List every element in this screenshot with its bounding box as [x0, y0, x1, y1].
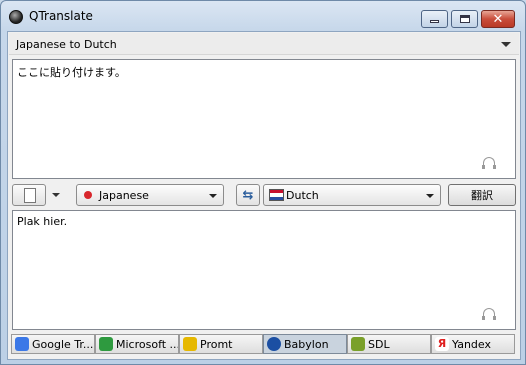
qtranslate-window: QTranslate ✕ Japanese to Dutch ここに貼り付けます…: [0, 0, 526, 365]
netherlands-flag-icon: [269, 189, 284, 201]
babylon-icon: [267, 337, 281, 351]
client-area: Japanese to Dutch ここに貼り付けます。 Japanese ⇆: [7, 31, 521, 360]
yandex-icon: Я: [435, 337, 449, 351]
chevron-down-icon: [209, 194, 217, 198]
engine-label: SDL: [368, 337, 390, 351]
engine-tabs: Google Tr... Microsoft ... Promt Babylon…: [11, 334, 517, 354]
target-language-label: Dutch: [286, 189, 319, 202]
microsoft-icon: [99, 337, 113, 351]
google-icon: [15, 337, 29, 351]
app-icon: [9, 10, 23, 24]
direction-selector[interactable]: Japanese to Dutch: [9, 33, 519, 55]
document-menu-dropdown[interactable]: [52, 193, 60, 197]
listen-result-icon[interactable]: [482, 308, 496, 320]
source-language-select[interactable]: Japanese: [76, 184, 224, 206]
new-document-button[interactable]: [12, 184, 46, 206]
swap-icon: ⇆: [242, 187, 254, 203]
engine-tab-yandex[interactable]: Я Yandex: [431, 334, 515, 354]
engine-label: Yandex: [452, 337, 491, 351]
source-text-area[interactable]: ここに貼り付けます。: [12, 59, 516, 179]
target-language-select[interactable]: Dutch: [263, 184, 441, 206]
japan-flag-icon: [84, 191, 92, 199]
listen-source-icon[interactable]: [482, 157, 496, 169]
engine-label: Babylon: [284, 337, 329, 351]
engine-label: Microsoft ...: [116, 337, 179, 351]
maximize-icon: [459, 15, 470, 23]
engine-tab-google[interactable]: Google Tr...: [11, 334, 95, 354]
engine-tab-microsoft[interactable]: Microsoft ...: [95, 334, 179, 354]
maximize-button[interactable]: [451, 10, 478, 28]
close-button[interactable]: ✕: [481, 10, 515, 28]
controls-row: Japanese ⇆ Dutch 翻訳: [12, 183, 516, 207]
chevron-down-icon[interactable]: [501, 42, 511, 47]
minimize-icon: [430, 20, 439, 23]
sdl-icon: [351, 337, 365, 351]
source-text[interactable]: ここに貼り付けます。: [17, 64, 126, 80]
close-icon: ✕: [492, 11, 504, 27]
swap-languages-button[interactable]: ⇆: [236, 184, 260, 206]
minimize-button[interactable]: [421, 10, 448, 28]
chevron-down-icon: [426, 194, 434, 198]
direction-label: Japanese to Dutch: [16, 38, 117, 51]
source-language-label: Japanese: [99, 189, 149, 202]
engine-label: Promt: [200, 337, 233, 351]
engine-tab-promt[interactable]: Promt: [179, 334, 263, 354]
translate-button[interactable]: 翻訳: [448, 184, 516, 206]
result-text[interactable]: Plak hier.: [17, 215, 67, 228]
result-text-area[interactable]: Plak hier.: [12, 210, 516, 330]
title-bar[interactable]: QTranslate ✕: [1, 1, 525, 31]
engine-tab-sdl[interactable]: SDL: [347, 334, 431, 354]
window-title: QTranslate: [29, 9, 93, 23]
engine-tab-babylon[interactable]: Babylon: [263, 334, 347, 354]
promt-icon: [183, 337, 197, 351]
engine-label: Google Tr...: [32, 337, 94, 351]
document-icon: [24, 188, 36, 203]
